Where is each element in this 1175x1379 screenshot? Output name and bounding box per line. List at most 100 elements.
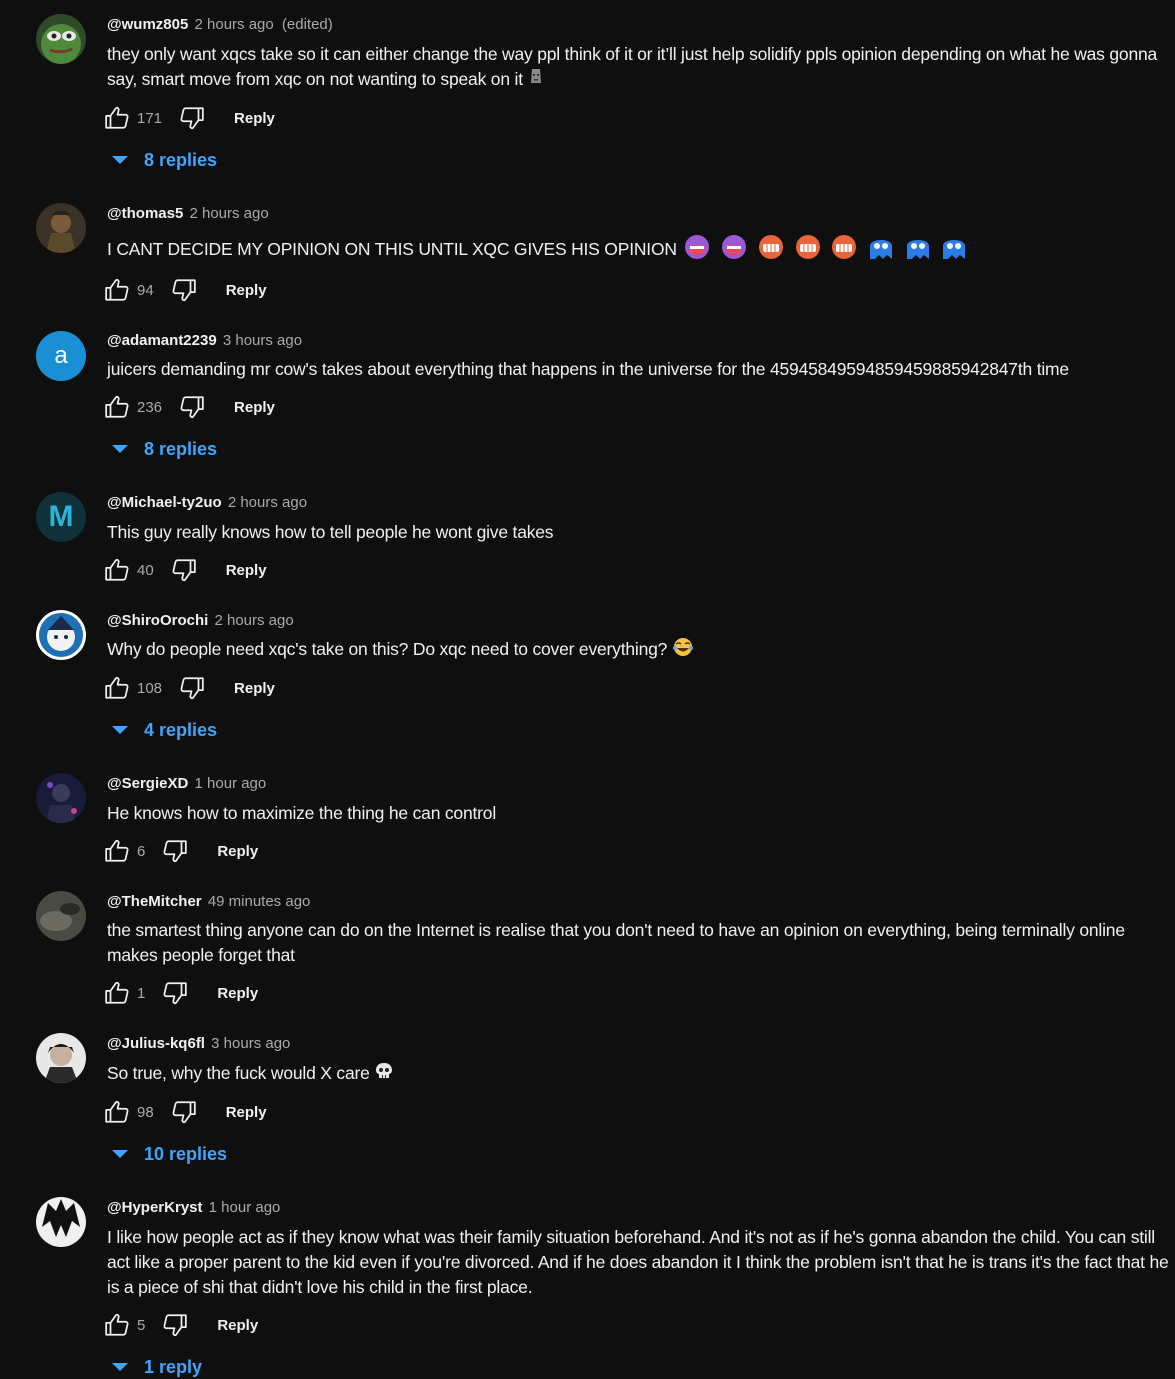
comment-time[interactable]: 1 hour ago [209,1199,281,1216]
reply-button[interactable]: Reply [217,1317,258,1334]
comment-text: So true, why the fuck would X care [107,1063,370,1084]
comment-author[interactable]: @TheMitcher [107,893,202,910]
view-replies-button[interactable]: 8 replies [112,148,217,172]
dislike-button[interactable] [178,674,206,702]
like-count: 236 [137,398,163,416]
comment-author[interactable]: @ShiroOrochi [107,612,208,629]
dislike-button[interactable] [178,104,206,132]
comment-time[interactable]: 49 minutes ago [208,893,311,910]
replies-count-label: 10 replies [144,1143,228,1164]
reply-button[interactable]: Reply [226,1104,267,1121]
anime-avatar-icon [36,610,86,660]
reply-button[interactable]: Reply [234,399,275,416]
thumbs-up-icon [105,676,129,699]
caret-down-icon [112,445,128,453]
comment-text: I CANT DECIDE MY OPINION ON THIS UNTIL X… [107,239,677,260]
comment-text-block: I CANT DECIDE MY OPINION ON THIS UNTIL X… [107,233,1172,268]
like-count: 1 [137,984,146,1002]
thumbs-down-icon [180,107,204,130]
comment-author[interactable]: @Julius-kq6fl [107,1035,205,1052]
replies-count-label: 4 replies [144,719,218,740]
comment-author[interactable]: @HyperKryst [107,1199,203,1216]
comment-time[interactable]: 3 hours ago [211,1035,290,1052]
comment-text-block: This guy really knows how to tell people… [107,520,1172,545]
comment-time[interactable]: 2 hours ago [195,16,274,33]
reply-button[interactable]: Reply [226,282,267,299]
avatar[interactable] [36,891,86,941]
comment-text-block: So true, why the fuck would X care [107,1061,1172,1088]
photo-avatar-icon [36,891,86,941]
dislike-button[interactable] [161,979,189,1007]
like-count: 94 [137,281,154,299]
comment-time[interactable]: 1 hour ago [195,775,267,792]
comment-author[interactable]: @thomas5 [107,205,183,222]
like-button[interactable] [103,276,131,304]
like-count: 98 [137,1103,154,1121]
view-replies-button[interactable]: 8 replies [112,437,217,461]
avatar[interactable]: M [36,492,86,542]
avatar[interactable]: a [36,331,86,381]
reply-button[interactable]: Reply [217,843,258,860]
dislike-button[interactable] [161,837,189,865]
comment-text-block: Why do people need xqc's take on this? D… [107,637,1172,664]
like-button[interactable] [103,1311,131,1339]
reply-button[interactable]: Reply [234,110,275,127]
like-count: 6 [137,842,146,860]
thumbs-down-icon [163,840,188,863]
comment-text: This guy really knows how to tell people… [107,522,554,542]
avatar[interactable] [36,1033,86,1083]
like-count: 108 [137,679,163,697]
like-button[interactable] [103,674,131,702]
comment-text: Why do people need xqc's take on this? D… [107,639,668,660]
dislike-button[interactable] [161,1311,189,1339]
thumbs-up-icon [105,558,129,581]
like-button[interactable] [103,104,131,132]
avatar[interactable] [36,773,86,823]
edited-label: (edited) [281,16,333,33]
view-replies-button[interactable]: 4 replies [112,718,217,742]
comment-text-block: they only want xqcs take so it can eithe… [107,42,1172,94]
comment-actions: 171 Reply [103,104,275,132]
avatar[interactable] [36,203,86,253]
avatar[interactable] [36,610,86,660]
pepe-avatar-icon [36,14,86,64]
dislike-button[interactable] [170,1098,198,1126]
like-button[interactable] [103,979,131,1007]
manga-avatar-icon [36,1197,86,1247]
comment-author[interactable]: @adamant2239 [107,332,217,349]
comment-actions: 6 Reply [103,837,258,865]
dislike-button[interactable] [170,556,198,584]
like-button[interactable] [103,1098,131,1126]
reply-button[interactable]: Reply [234,680,275,697]
ghost-icon [938,233,970,268]
dislike-button[interactable] [170,276,198,304]
reply-button[interactable]: Reply [217,985,258,1002]
thumbs-up-icon [105,278,129,301]
view-replies-button[interactable]: 10 replies [112,1142,227,1166]
comment-author[interactable]: @wumz805 [107,16,188,33]
avatar-letter: M [48,500,74,533]
comment-time[interactable]: 2 hours ago [189,205,268,222]
dark-avatar-icon [36,773,86,823]
thumbs-up-icon [105,1313,129,1336]
thumbs-down-icon [172,1101,196,1124]
like-button[interactable] [103,556,131,584]
reply-button[interactable]: Reply [226,562,267,579]
comment-time[interactable]: 3 hours ago [223,332,302,349]
like-button[interactable] [103,393,131,421]
caret-down-icon [112,726,128,734]
comment-time[interactable]: 2 hours ago [228,494,307,511]
comment-author[interactable]: @SergieXD [107,775,188,792]
like-button[interactable] [103,837,131,865]
dislike-button[interactable] [178,393,206,421]
comment-text: they only want xqcs take so it can eithe… [107,44,1158,90]
view-replies-button[interactable]: 1 reply [112,1355,202,1379]
comment-actions: 236 Reply [103,393,275,421]
avatar[interactable] [36,1197,86,1247]
ghost-icon [902,233,934,268]
avatar[interactable] [36,14,86,64]
comment-author[interactable]: @Michael-ty2uo [107,494,222,511]
replies-count-label: 8 replies [144,438,218,459]
comment-time[interactable]: 2 hours ago [214,612,293,629]
replies-count-label: 1 reply [144,1356,203,1377]
